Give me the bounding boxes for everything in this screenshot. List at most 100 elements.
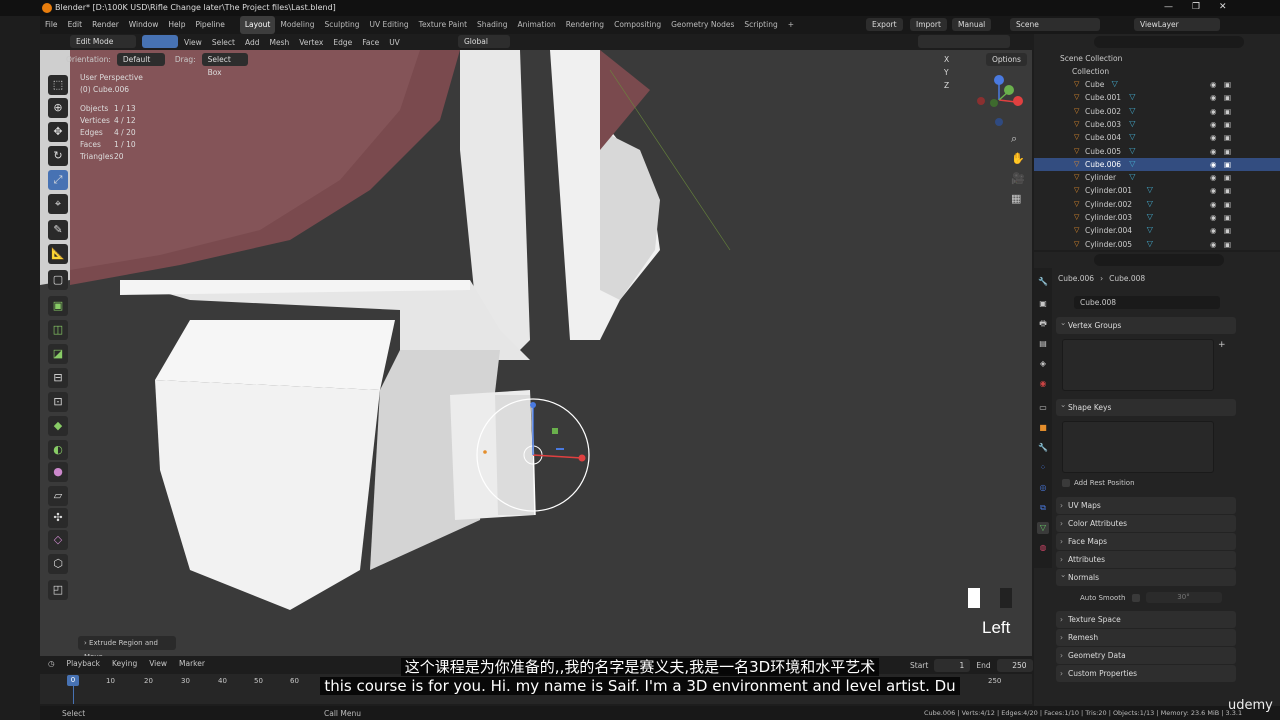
output-tab-icon[interactable]: 🖶 <box>1037 318 1049 330</box>
camera-view-icon[interactable]: 🎥 <box>1011 172 1025 185</box>
panel-attributes[interactable]: Attributes <box>1056 551 1236 568</box>
inset-tool-icon[interactable]: ◫ <box>48 320 68 340</box>
modifier-tab-icon[interactable]: 🔧 <box>1037 442 1049 454</box>
outliner-item[interactable]: ▽ Cube.005 ▽ ◉ ▣ <box>1034 145 1280 158</box>
mesh-data-icon[interactable]: ▽ <box>1147 199 1153 208</box>
mesh-data-icon[interactable]: ▽ <box>1147 212 1153 221</box>
mode-selector[interactable]: Edit Mode <box>70 35 136 48</box>
outliner-item[interactable]: ▽ Cylinder.002 ▽ ◉ ▣ <box>1034 198 1280 211</box>
render-toggle-icon[interactable]: ▣ <box>1224 213 1231 222</box>
mesh-data-icon[interactable]: ▽ <box>1129 92 1135 101</box>
render-tab-icon[interactable]: ▣ <box>1037 298 1049 310</box>
zoom-icon[interactable]: ⌕ <box>1011 132 1017 146</box>
poly-build-tool-icon[interactable]: ◆ <box>48 416 68 436</box>
menu-add[interactable]: Add <box>245 38 260 47</box>
visibility-eye-icon[interactable]: ◉ <box>1210 93 1217 102</box>
menu-window[interactable]: Window <box>124 16 164 34</box>
maximize-icon[interactable]: ❐ <box>1192 2 1200 12</box>
spin-tool-icon[interactable]: ◐ <box>48 440 68 460</box>
add-workspace-icon[interactable]: + <box>783 16 799 34</box>
menu-help[interactable]: Help <box>163 16 190 34</box>
render-toggle-icon[interactable]: ▣ <box>1224 93 1231 102</box>
outliner-item[interactable]: ▽ Cylinder.001 ▽ ◉ ▣ <box>1034 184 1280 197</box>
visibility-eye-icon[interactable]: ◉ <box>1210 240 1217 249</box>
panel-face-maps[interactable]: Face Maps <box>1056 533 1236 550</box>
transform-tool-icon[interactable]: ⌖ <box>48 194 68 214</box>
visibility-eye-icon[interactable]: ◉ <box>1210 186 1217 195</box>
render-toggle-icon[interactable]: ▣ <box>1224 147 1231 156</box>
panel-color-attributes[interactable]: Color Attributes <box>1056 515 1236 532</box>
shape-keys-list[interactable] <box>1062 421 1214 473</box>
tab-uv-editing[interactable]: UV Editing <box>365 16 414 34</box>
menu-view[interactable]: View <box>184 38 202 47</box>
menu-render[interactable]: Render <box>87 16 124 34</box>
visibility-eye-icon[interactable]: ◉ <box>1210 147 1217 156</box>
render-toggle-icon[interactable]: ▣ <box>1224 107 1231 116</box>
tab-geometry-nodes[interactable]: Geometry Nodes <box>666 16 739 34</box>
outliner-item[interactable]: ▽ Cube ▽ ◉ ▣ <box>1034 78 1280 91</box>
close-icon[interactable]: ✕ <box>1219 2 1227 12</box>
outliner-item[interactable]: ▽ Cylinder.003 ▽ ◉ ▣ <box>1034 211 1280 224</box>
auto-smooth-checkbox[interactable] <box>1131 593 1140 602</box>
select-mode-buttons[interactable] <box>142 35 178 48</box>
mesh-data-icon[interactable]: ▽ <box>1129 159 1135 168</box>
render-toggle-icon[interactable]: ▣ <box>1224 200 1231 209</box>
tab-scripting[interactable]: Scripting <box>739 16 782 34</box>
tab-animation[interactable]: Animation <box>513 16 561 34</box>
scale-tool-icon[interactable]: ⤢ <box>48 170 68 190</box>
tool-tab-icon[interactable]: 🔧 <box>1037 276 1049 288</box>
tab-layout[interactable]: Layout <box>239 16 276 34</box>
shear-tool-icon[interactable]: ◇ <box>48 530 68 550</box>
menu-pipeline[interactable]: Pipeline <box>190 16 229 34</box>
minimize-icon[interactable]: — <box>1164 2 1173 12</box>
mesh-data-icon[interactable]: ▽ <box>1147 185 1153 194</box>
outliner-item[interactable]: ▽ Cube.004 ▽ ◉ ▣ <box>1034 131 1280 144</box>
render-toggle-icon[interactable]: ▣ <box>1224 226 1231 235</box>
menu-edge[interactable]: Edge <box>333 38 352 47</box>
visibility-eye-icon[interactable]: ◉ <box>1210 213 1217 222</box>
add-vertex-group-icon[interactable]: + <box>1218 340 1226 350</box>
render-toggle-icon[interactable]: ▣ <box>1224 173 1231 182</box>
mesh-data-icon[interactable]: ▽ <box>1129 172 1135 181</box>
measure-tool-icon[interactable]: 📐 <box>48 244 68 264</box>
auto-smooth-angle-field[interactable]: 30° <box>1145 592 1222 603</box>
visibility-eye-icon[interactable]: ◉ <box>1210 133 1217 142</box>
menu-file[interactable]: File <box>40 16 63 34</box>
outliner-collection[interactable]: Collection <box>1034 65 1280 78</box>
select-tool-icon[interactable]: ⬚ <box>48 75 68 95</box>
outliner-item[interactable]: ▽ Cube.002 ▽ ◉ ▣ <box>1034 105 1280 118</box>
outliner-item[interactable]: ▽ Cylinder.005 ▽ ◉ ▣ <box>1034 238 1280 251</box>
mesh-data-icon[interactable]: ▽ <box>1129 119 1135 128</box>
visibility-eye-icon[interactable]: ◉ <box>1210 173 1217 182</box>
viewlayer-selector[interactable]: ViewLayer <box>1134 18 1220 31</box>
visibility-eye-icon[interactable]: ◉ <box>1210 80 1217 89</box>
visibility-eye-icon[interactable]: ◉ <box>1210 120 1217 129</box>
scene-selector[interactable]: Scene <box>1010 18 1100 31</box>
tab-texture-paint[interactable]: Texture Paint <box>414 16 472 34</box>
tab-rendering[interactable]: Rendering <box>561 16 609 34</box>
pan-hand-icon[interactable]: ✋ <box>1011 152 1025 165</box>
material-tab-icon[interactable]: ◍ <box>1037 542 1049 554</box>
panel-texture-space[interactable]: Texture Space <box>1056 611 1236 628</box>
tab-compositing[interactable]: Compositing <box>609 16 666 34</box>
mesh-data-icon[interactable]: ▽ <box>1147 225 1153 234</box>
rip-region-tool-icon[interactable]: ⬡ <box>48 554 68 574</box>
move-tool-icon[interactable]: ✥ <box>48 122 68 142</box>
edge-slide-tool-icon[interactable]: ▱ <box>48 486 68 506</box>
physics-tab-icon[interactable]: ◎ <box>1037 482 1049 494</box>
manual-button[interactable]: Manual <box>952 18 992 31</box>
ortho-toggle-icon[interactable]: ▦ <box>1011 192 1021 205</box>
render-toggle-icon[interactable]: ▣ <box>1224 80 1231 89</box>
visibility-eye-icon[interactable]: ◉ <box>1210 160 1217 169</box>
menu-face[interactable]: Face <box>362 38 379 47</box>
transform-orientation-selector[interactable]: Global <box>458 35 510 48</box>
menu-uv[interactable]: UV <box>389 38 400 47</box>
render-toggle-icon[interactable]: ▣ <box>1224 240 1231 249</box>
menu-select[interactable]: Select <box>212 38 235 47</box>
object-tab-icon[interactable]: ■ <box>1037 422 1049 434</box>
menu-mesh[interactable]: Mesh <box>269 38 289 47</box>
data-tab-icon[interactable]: ▽ <box>1037 522 1049 534</box>
shading-buttons[interactable] <box>918 35 1010 48</box>
bevel-tool-icon[interactable]: ◪ <box>48 344 68 364</box>
orientation-selector[interactable]: Default <box>116 52 165 66</box>
